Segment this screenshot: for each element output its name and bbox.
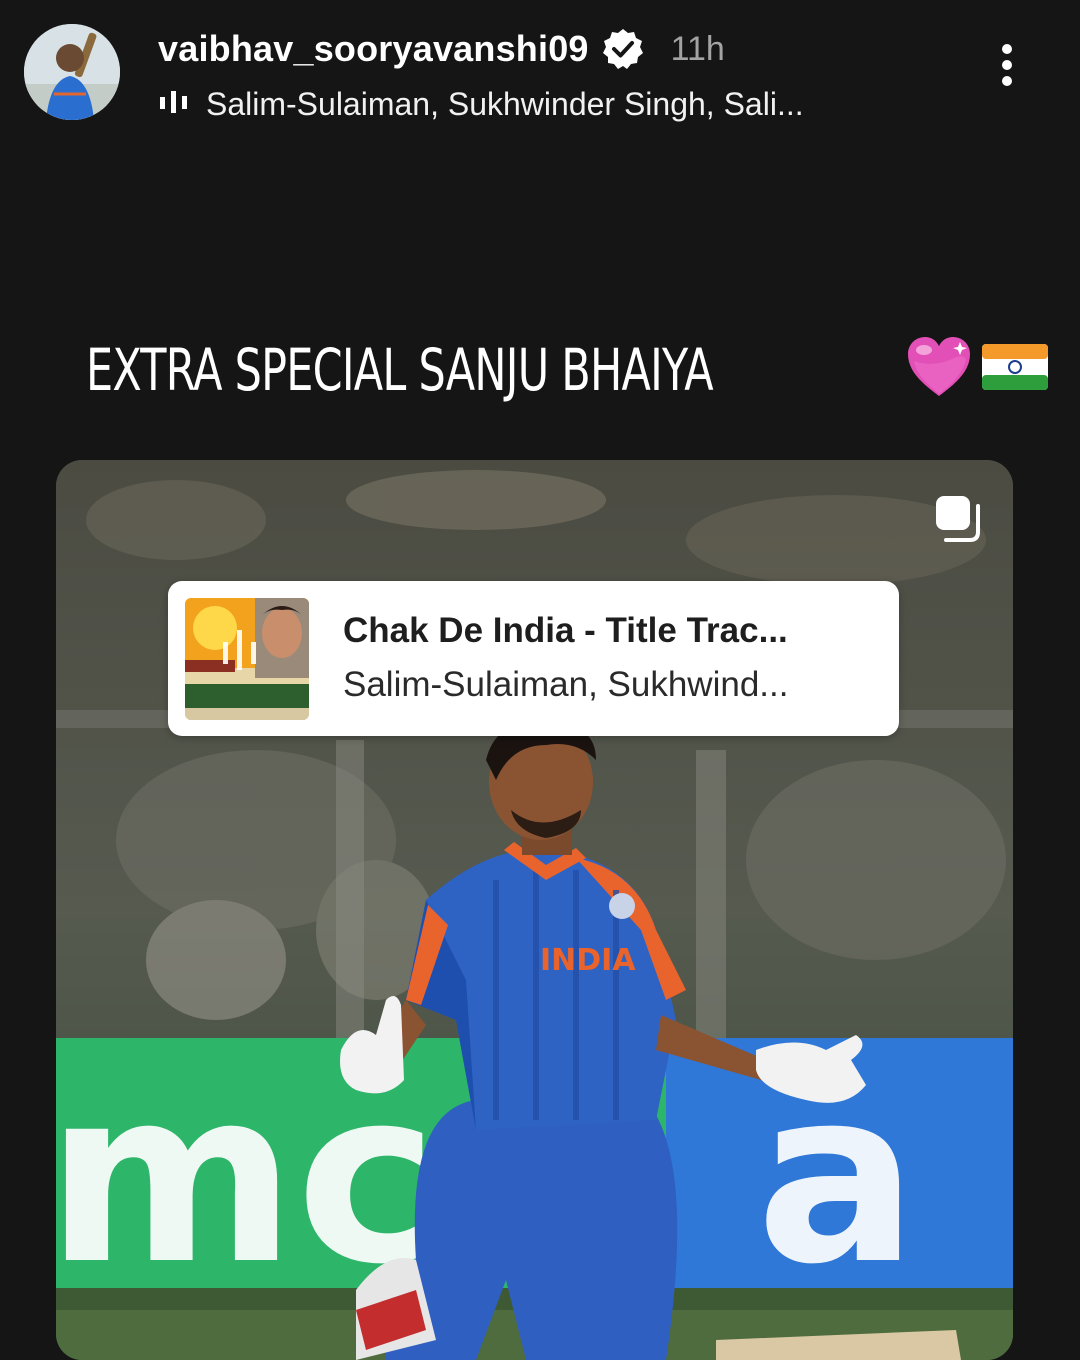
india-flag-emoji bbox=[982, 344, 1048, 395]
pink-heart-emoji bbox=[904, 334, 974, 405]
multiple-posts-icon[interactable] bbox=[932, 492, 984, 544]
more-options-icon[interactable] bbox=[990, 38, 1024, 98]
story-caption: EXTRA SPECIAL SANJU BHAIYA bbox=[86, 330, 1048, 410]
music-sticker[interactable]: Chak De India - Title Trac... Salim-Sula… bbox=[168, 581, 899, 736]
song-title: Chak De India - Title Trac... bbox=[343, 611, 788, 650]
song-artist: Salim-Sulaiman, Sukhwind... bbox=[343, 665, 789, 704]
profile-avatar[interactable] bbox=[24, 24, 120, 120]
album-art bbox=[185, 598, 309, 720]
caption-text: EXTRA SPECIAL SANJU BHAIYA bbox=[86, 336, 714, 404]
audio-label: Salim-Sulaiman, Sukhwinder Singh, Sali..… bbox=[206, 85, 804, 122]
story-header: vaibhav_sooryavanshi09 11h Salim-Sulaima… bbox=[0, 0, 1080, 140]
shared-post-card[interactable]: mco a INDIA Chak De India - Title Trac..… bbox=[56, 460, 1013, 1360]
audio-bars-icon bbox=[158, 89, 190, 120]
audio-attribution[interactable]: Salim-Sulaiman, Sukhwinder Singh, Sali..… bbox=[158, 82, 804, 126]
post-timestamp: 11h bbox=[670, 29, 725, 68]
verified-badge-icon bbox=[601, 27, 645, 71]
username[interactable]: vaibhav_sooryavanshi09 bbox=[158, 28, 589, 70]
jersey-text: INDIA bbox=[540, 943, 636, 978]
